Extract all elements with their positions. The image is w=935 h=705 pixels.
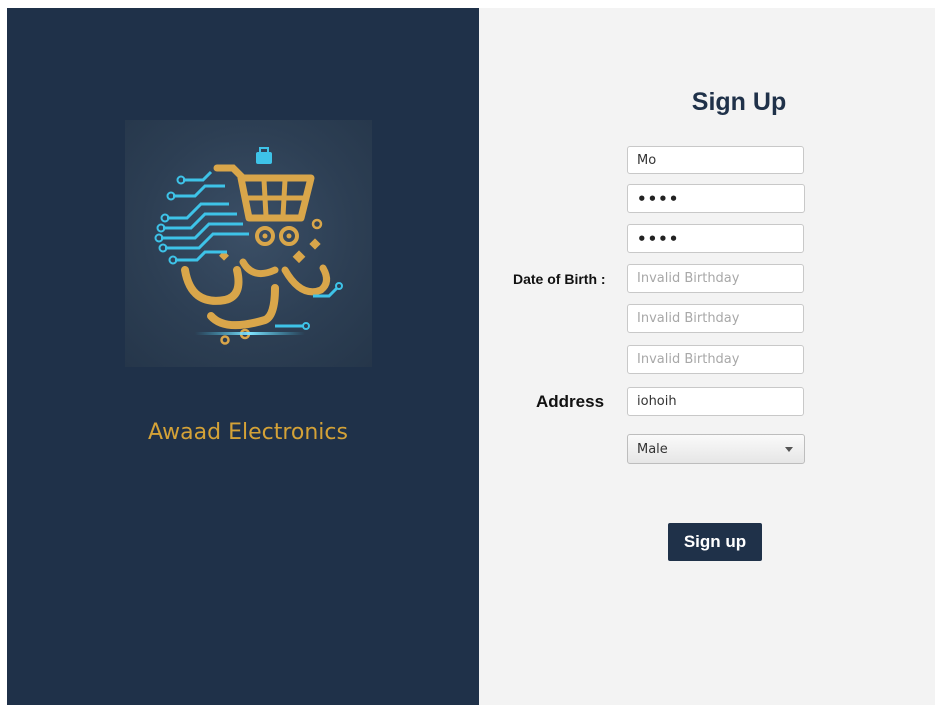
- sign-up-button[interactable]: Sign up: [668, 523, 762, 561]
- dob-month-field[interactable]: Invalid Birthday: [627, 304, 804, 333]
- chevron-down-icon: [785, 446, 793, 452]
- signup-window: Awaad Electronics Sign Up Mo •••• •••• D…: [7, 8, 935, 705]
- dob-label: Date of Birth :: [513, 271, 606, 287]
- address-field[interactable]: iohoih: [627, 387, 804, 416]
- shopping-cart-circuit-logo-icon: [154, 147, 343, 345]
- dob-year-field[interactable]: Invalid Birthday: [627, 345, 804, 374]
- brand-logo: [125, 120, 372, 367]
- brand-panel: Awaad Electronics: [7, 8, 479, 705]
- password-field[interactable]: ••••: [627, 184, 805, 213]
- brand-name: Awaad Electronics: [148, 420, 348, 445]
- dob-day-field[interactable]: Invalid Birthday: [627, 264, 804, 293]
- gender-select[interactable]: Male: [627, 434, 805, 464]
- page-title: Sign Up: [691, 88, 787, 116]
- confirm-password-field[interactable]: ••••: [627, 224, 804, 253]
- gender-select-value: Male: [637, 441, 668, 457]
- username-field[interactable]: Mo: [627, 146, 804, 174]
- address-label: Address: [536, 392, 605, 411]
- signup-form-panel: Sign Up Mo •••• •••• Date of Birth : Inv…: [479, 8, 935, 705]
